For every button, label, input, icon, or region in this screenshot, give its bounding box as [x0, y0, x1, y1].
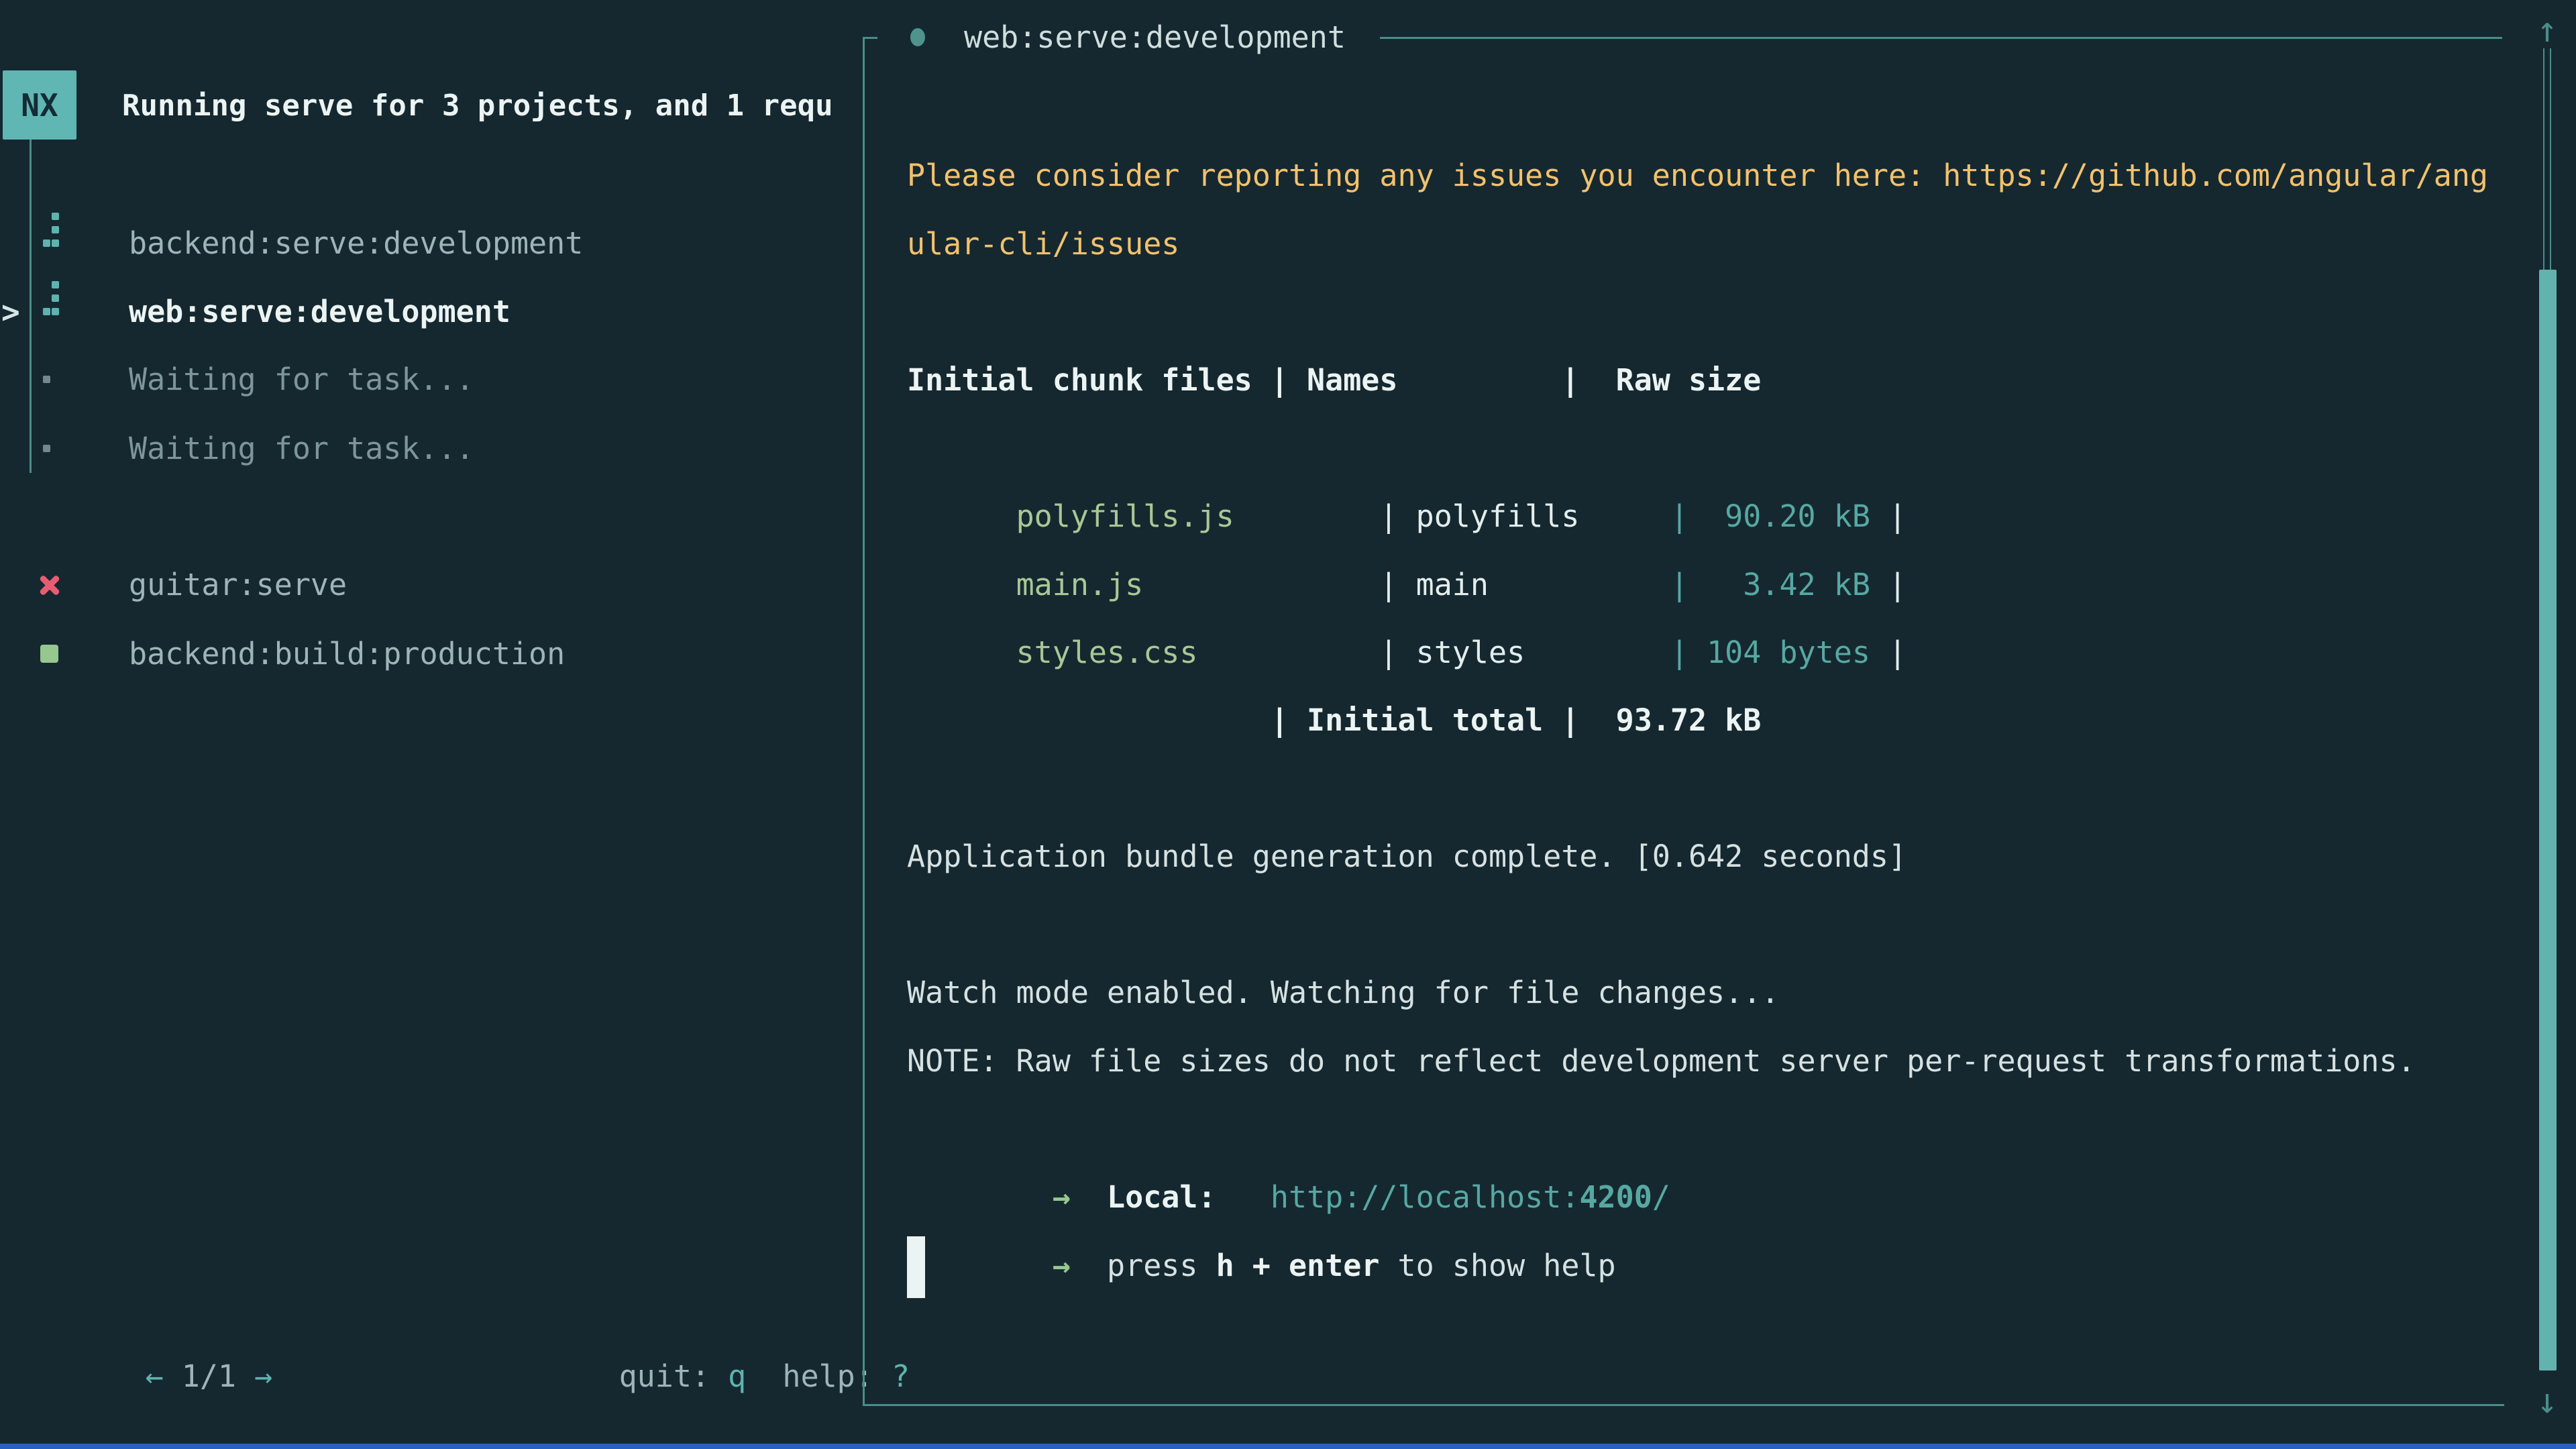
page-indicator: 1/1 [182, 1358, 236, 1394]
nx-tui-window: NX Running serve for 3 projects, and 1 r… [0, 0, 2576, 1449]
key-hints: quit: q help: ? [510, 1320, 910, 1358]
selected-task-caret-icon: > [1, 293, 20, 331]
nx-logo-text: NX [21, 87, 58, 123]
help-hint-pre: press [1107, 1248, 1216, 1283]
terminal-cursor [907, 1236, 925, 1298]
table-row: main.js | main | 3.42 kB | [907, 482, 1907, 551]
task-item-waiting-1[interactable]: Waiting for task... [129, 361, 474, 398]
spinner-icon [43, 281, 60, 316]
indent [1016, 1248, 1053, 1283]
help-label: help: [746, 1358, 892, 1394]
bundle-complete-line: Application bundle generation complete. … [907, 822, 1907, 891]
page-title: Running serve for 3 projects, and 1 requ [122, 87, 860, 125]
page-prev-arrow-icon[interactable]: ← [146, 1358, 164, 1394]
gap [1071, 1248, 1107, 1283]
scroll-down-arrow-icon[interactable]: ↓ [2526, 1381, 2568, 1422]
table-row: polyfills.js | polyfills | 90.20 kB | [907, 414, 1907, 482]
local-url-line: → Local: http://localhost:4200/ [907, 1095, 1670, 1163]
watch-mode-line: Watch mode enabled. Watching for file ch… [907, 959, 1779, 1027]
nx-logo: NX [3, 70, 76, 140]
chunk-raw-size: | 104 bytes [1670, 635, 1870, 670]
task-success-square-icon [40, 645, 58, 663]
note-line: NOTE: Raw file sizes do not reflect deve… [907, 1027, 2416, 1095]
pagination: ← 1/1 → [36, 1320, 272, 1358]
chunk-file-name: styles.css [1016, 635, 1380, 670]
help-hint-post: to show help [1379, 1248, 1615, 1283]
initial-total-row: | Initial total | 93.72 kB [907, 686, 1761, 755]
task-status-dot-icon [910, 28, 925, 46]
task-item-guitar-serve[interactable]: guitar:serve [129, 566, 347, 604]
chunk-table-header: Initial chunk files | Names | Raw size [907, 346, 1761, 415]
task-item-web-serve-development[interactable]: web:serve:development [129, 293, 511, 331]
quit-key: q [728, 1358, 746, 1394]
help-hint-line: → press h + enter to show help [907, 1163, 1616, 1232]
panel-border-left [863, 37, 865, 1406]
quit-label: quit: [619, 1358, 729, 1394]
scrollbar-thumb[interactable] [2539, 270, 2557, 1371]
page-next-arrow-icon[interactable]: → [254, 1358, 272, 1394]
panel-border-top-seg1 [863, 37, 877, 39]
task-tree-line [30, 140, 32, 473]
scroll-up-arrow-icon[interactable]: ↑ [2526, 9, 2568, 51]
angular-issues-notice-line1: Please consider reporting any issues you… [907, 142, 2488, 210]
chunk-name: | styles [1379, 635, 1670, 670]
spinner-icon [43, 213, 60, 248]
waiting-dot-icon [43, 445, 50, 452]
task-item-backend-build-production[interactable]: backend:build:production [129, 635, 565, 673]
help-hint-keys: h + enter [1216, 1248, 1380, 1283]
task-failed-x-icon [38, 573, 62, 597]
scrollbar-track[interactable] [2543, 48, 2551, 270]
panel-title: web:serve:development [964, 19, 1346, 56]
task-item-waiting-2[interactable]: Waiting for task... [129, 430, 474, 468]
table-row: styles.css | styles | 104 bytes | [907, 550, 1907, 619]
taskbar-strip [0, 1444, 2576, 1449]
waiting-dot-icon [43, 376, 50, 383]
panel-border-top-seg2 [1380, 37, 2502, 39]
panel-border-bottom [863, 1404, 2504, 1406]
row-tail-pipe: | [1870, 635, 1907, 670]
url-suffix: / [1652, 1179, 1670, 1215]
arrow-right-icon: → [1053, 1248, 1071, 1283]
angular-issues-notice-line2: ular-cli/issues [907, 210, 1179, 278]
task-item-backend-serve-development[interactable]: backend:serve:development [129, 225, 583, 262]
